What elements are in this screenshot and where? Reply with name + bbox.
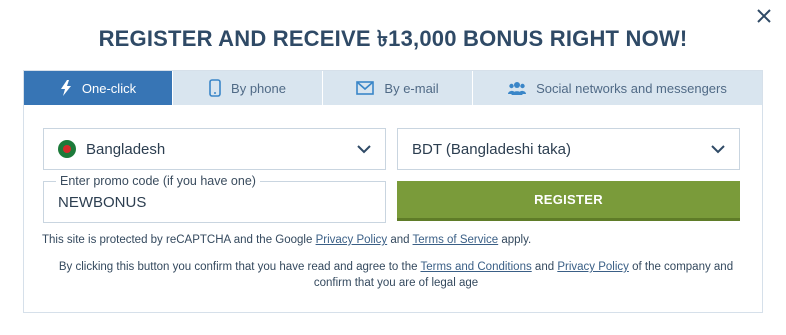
registration-tabs: One-click By phone By e-mail Social netw…	[24, 71, 762, 105]
promo-code-label: Enter promo code (if you have one)	[56, 174, 260, 188]
phone-icon	[209, 79, 221, 97]
tab-label: By e-mail	[384, 80, 439, 96]
apply-text: apply.	[498, 234, 532, 246]
recaptcha-note: This site is protected by reCAPTCHA and …	[42, 234, 531, 246]
page-title: REGISTER AND RECEIVE ৳13,000 BONUS RIGHT…	[98, 26, 688, 51]
recaptcha-text: This site is protected by reCAPTCHA and …	[42, 234, 316, 246]
privacy-policy-link[interactable]: Privacy Policy	[316, 234, 388, 246]
tab-label: One-click	[81, 80, 137, 96]
people-icon	[508, 81, 527, 95]
confirm-text: By clicking this button you confirm that…	[58, 261, 421, 273]
legal-confirmation-note: By clicking this button you confirm that…	[42, 259, 750, 291]
terms-of-service-link[interactable]: Terms of Service	[413, 234, 499, 246]
lightning-icon	[60, 80, 72, 96]
tab-one-click[interactable]: One-click	[24, 71, 173, 105]
privacy-policy-link-2[interactable]: Privacy Policy	[557, 261, 629, 273]
tab-by-email[interactable]: By e-mail	[323, 71, 473, 105]
registration-panel: One-click By phone By e-mail Social netw…	[23, 70, 763, 313]
country-select[interactable]: Bangladesh	[43, 128, 386, 170]
register-button[interactable]: REGISTER	[397, 181, 740, 221]
tab-social-networks[interactable]: Social networks and messengers	[473, 71, 762, 105]
currency-value: BDT (Bangladeshi taka)	[412, 140, 571, 158]
chevron-down-icon	[711, 144, 725, 153]
chevron-down-icon	[357, 144, 371, 153]
terms-and-conditions-link[interactable]: Terms and Conditions	[421, 261, 532, 273]
and-text: and	[531, 261, 558, 273]
envelope-icon	[356, 81, 375, 95]
currency-select[interactable]: BDT (Bangladeshi taka)	[397, 128, 740, 170]
bangladesh-flag-icon	[58, 140, 76, 158]
country-value: Bangladesh	[86, 140, 166, 158]
promo-code-field[interactable]: Enter promo code (if you have one)	[43, 174, 386, 223]
and-text: and	[387, 234, 413, 246]
tab-label: Social networks and messengers	[536, 80, 727, 96]
tab-label: By phone	[231, 80, 286, 96]
tab-by-phone[interactable]: By phone	[173, 71, 323, 105]
promo-code-input[interactable]	[58, 194, 368, 211]
